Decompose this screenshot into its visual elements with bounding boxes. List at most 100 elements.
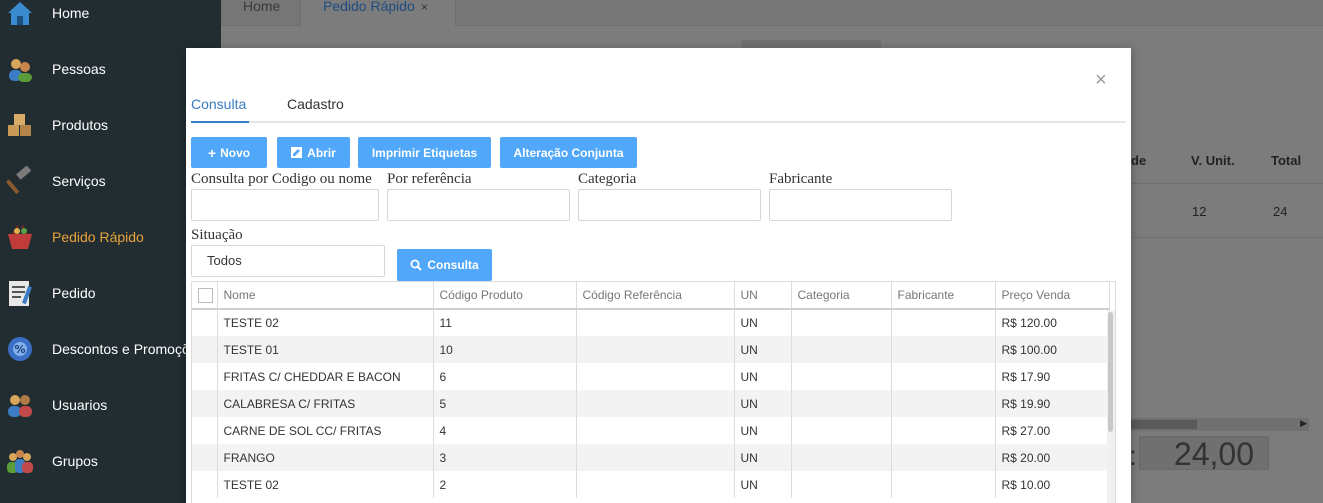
groups-icon <box>7 450 33 473</box>
row-select-cell[interactable] <box>192 363 218 390</box>
cell-ref <box>576 417 735 444</box>
cell-fabricante <box>891 471 996 498</box>
col-codigo-referencia[interactable]: Código Referência <box>576 282 735 310</box>
home-icon <box>8 2 32 25</box>
categoria-input[interactable] <box>578 189 761 221</box>
bg-col-vunit: V. Unit. <box>1191 153 1235 168</box>
novo-label: Novo <box>220 145 251 160</box>
referencia-label: Por referência <box>387 171 472 187</box>
sidebar-item-home[interactable]: Home <box>0 0 221 41</box>
cell-codigo: 4 <box>433 417 577 444</box>
alteracao-conjunta-button[interactable]: Alteração Conjunta <box>500 137 637 168</box>
consulta-button[interactable]: Consulta <box>397 249 492 281</box>
col-nome[interactable]: Nome <box>217 282 434 310</box>
cell-fabricante <box>891 444 996 471</box>
cell-preco: R$ 19.90 <box>995 390 1110 417</box>
cell-categoria <box>791 471 892 498</box>
cell-nome: FRANGO <box>217 444 434 471</box>
abrir-label: Abrir <box>307 145 336 160</box>
cell-categoria <box>791 309 892 336</box>
products-table: Nome Código Produto Código Referência UN… <box>191 281 1116 503</box>
background-title <box>741 40 881 48</box>
novo-button[interactable]: + Novo <box>191 137 267 168</box>
bg-total-value: 24,00 <box>1139 436 1269 471</box>
select-all-checkbox[interactable] <box>198 287 213 303</box>
cell-preco: R$ 120.00 <box>995 309 1110 336</box>
discount-gear-icon: % <box>8 337 32 361</box>
bg-divider <box>1131 237 1323 238</box>
scroll-thumb[interactable] <box>1131 420 1197 429</box>
svg-text:%: % <box>14 343 25 356</box>
imprimir-etiquetas-button[interactable]: Imprimir Etiquetas <box>358 137 491 168</box>
cell-codigo: 11 <box>433 309 577 336</box>
cell-codigo: 10 <box>433 336 577 363</box>
cell-categoria <box>791 417 892 444</box>
cell-fabricante <box>891 309 996 336</box>
cell-fabricante <box>891 336 996 363</box>
cell-un: UN <box>734 309 792 336</box>
table-row[interactable]: FRANGO 3 UN R$ 20.00 <box>192 444 1110 471</box>
tab-pedido-rapido[interactable]: Pedido Rápido × <box>301 0 456 26</box>
table-row[interactable]: CARNE DE SOL CC/ FRITAS 4 UN R$ 27.00 <box>192 417 1110 444</box>
bg-divider <box>1131 183 1323 184</box>
row-select-cell[interactable] <box>192 471 218 498</box>
col-categoria[interactable]: Categoria <box>791 282 892 310</box>
close-icon[interactable]: × <box>1095 70 1107 90</box>
col-preco-venda[interactable]: Preço Venda <box>995 282 1110 310</box>
table-vertical-scrollbar[interactable] <box>1107 310 1115 503</box>
row-select-cell[interactable] <box>192 390 218 417</box>
cell-un: UN <box>734 390 792 417</box>
bg-row-total: 24 <box>1273 204 1288 219</box>
col-fabricante[interactable]: Fabricante <box>891 282 996 310</box>
cell-codigo: 2 <box>433 471 577 498</box>
situacao-label: Situação <box>191 227 243 243</box>
cell-un: UN <box>734 363 792 390</box>
referencia-input[interactable] <box>387 189 570 221</box>
cell-ref <box>576 444 735 471</box>
cell-nome: TESTE 01 <box>217 336 434 363</box>
tab-consulta[interactable]: Consulta <box>191 96 249 123</box>
codigo-input[interactable] <box>191 189 379 221</box>
col-codigo-produto[interactable]: Código Produto <box>433 282 577 310</box>
cell-codigo: 3 <box>433 444 577 471</box>
row-select-cell[interactable] <box>192 336 218 363</box>
scroll-thumb[interactable] <box>1108 312 1113 432</box>
cell-ref <box>576 471 735 498</box>
table-row[interactable]: TESTE 01 10 UN R$ 100.00 <box>192 336 1110 363</box>
boxes-icon <box>8 114 31 136</box>
bg-horizontal-scrollbar[interactable]: ▶ <box>1131 418 1309 431</box>
cell-un: UN <box>734 336 792 363</box>
table-row[interactable]: FRITAS C/ CHEDDAR E BACON 6 UN R$ 17.90 <box>192 363 1110 390</box>
cell-fabricante <box>891 417 996 444</box>
row-select-cell[interactable] <box>192 417 218 444</box>
scroll-right-arrow-icon[interactable]: ▶ <box>1300 418 1307 429</box>
cell-preco: R$ 20.00 <box>995 444 1110 471</box>
cell-categoria <box>791 336 892 363</box>
abrir-button[interactable]: Abrir <box>277 137 350 168</box>
categoria-label: Categoria <box>578 171 637 187</box>
tab-home-label: Home <box>243 0 281 14</box>
tab-home[interactable]: Home <box>221 0 301 26</box>
table-row[interactable]: TESTE 02 2 UN R$ 10.00 <box>192 471 1110 498</box>
situacao-select[interactable]: Todos <box>191 245 385 277</box>
cell-un: UN <box>734 444 792 471</box>
col-un[interactable]: UN <box>734 282 792 310</box>
close-tab-icon[interactable]: × <box>421 0 428 14</box>
people-icon <box>9 59 32 82</box>
table-row[interactable]: CALABRESA C/ FRITAS 5 UN R$ 19.90 <box>192 390 1110 417</box>
row-select-cell[interactable] <box>192 309 218 336</box>
cell-nome: TESTE 02 <box>217 471 434 498</box>
hammer-icon <box>5 166 32 195</box>
row-select-cell[interactable] <box>192 444 218 471</box>
search-icon <box>410 259 423 271</box>
cell-categoria <box>791 363 892 390</box>
cell-ref <box>576 363 735 390</box>
modal-tabs: Consulta Cadastro <box>191 96 1126 123</box>
fabricante-input[interactable] <box>769 189 952 221</box>
tab-cadastro[interactable]: Cadastro <box>287 96 344 123</box>
table-row[interactable]: TESTE 02 11 UN R$ 120.00 <box>192 309 1110 336</box>
sidebar-item-label: Home <box>52 5 90 21</box>
fabricante-label: Fabricante <box>769 171 833 187</box>
cell-preco: R$ 100.00 <box>995 336 1110 363</box>
cell-nome: CARNE DE SOL CC/ FRITAS <box>217 417 434 444</box>
